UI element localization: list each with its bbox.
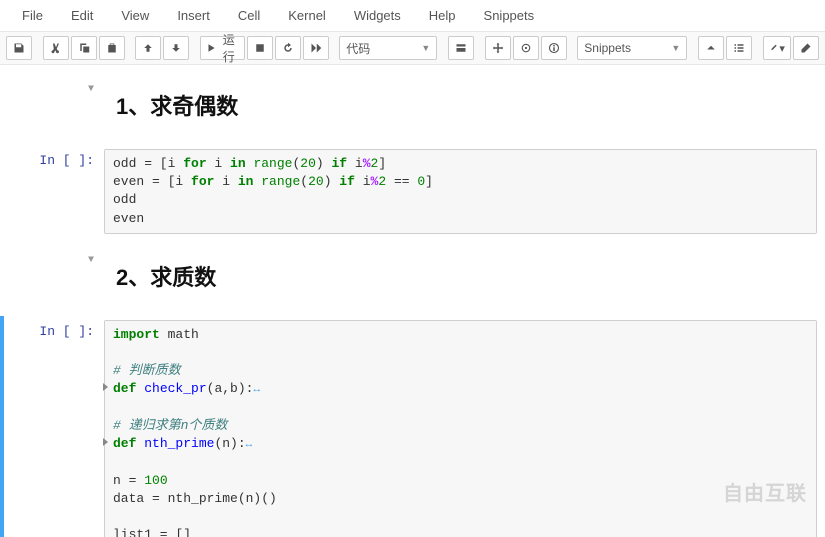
interrupt-button[interactable] xyxy=(247,36,273,60)
menu-cell[interactable]: Cell xyxy=(224,2,274,29)
heading-2: 2、求质数 xyxy=(104,254,817,300)
menu-view[interactable]: View xyxy=(107,2,163,29)
code-editor[interactable]: import math # 判断质数def check_pr(a,b):↔ # … xyxy=(105,321,816,537)
notebook-container: ▼ 1、求奇偶数 In [ ]: odd = [i for i in range… xyxy=(0,65,825,537)
eraser-icon[interactable] xyxy=(793,36,819,60)
celltype-label: 代码 xyxy=(346,40,370,57)
restart-button[interactable] xyxy=(275,36,301,60)
celltype-select[interactable]: 代码 ▼ xyxy=(339,36,437,60)
list-icon[interactable] xyxy=(726,36,752,60)
menu-widgets[interactable]: Widgets xyxy=(340,2,415,29)
code-editor[interactable]: odd = [i for i in range(20) if i%2]even … xyxy=(105,150,816,233)
snippets-label: Snippets xyxy=(584,41,631,55)
code-cell[interactable]: In [ ]: import math # 判断质数def check_pr(a… xyxy=(0,316,825,537)
menubar: FileEditViewInsertCellKernelWidgetsHelpS… xyxy=(0,0,825,32)
brush-icon[interactable]: ▾ xyxy=(763,36,791,60)
collapse-icon[interactable]: ▼ xyxy=(88,255,94,266)
heading-1: 1、求奇偶数 xyxy=(104,83,817,129)
info-icon[interactable] xyxy=(541,36,567,60)
chevron-up-icon[interactable] xyxy=(698,36,724,60)
input-prompt: In [ ]: xyxy=(39,153,94,168)
move-up-button[interactable] xyxy=(135,36,161,60)
markdown-output: 1、求奇偶数 xyxy=(104,77,817,135)
cut-button[interactable] xyxy=(43,36,69,60)
target-icon[interactable] xyxy=(513,36,539,60)
menu-kernel[interactable]: Kernel xyxy=(274,2,340,29)
menu-edit[interactable]: Edit xyxy=(57,2,107,29)
markdown-cell[interactable]: ▼ 1、求奇偶数 xyxy=(0,73,825,139)
copy-button[interactable] xyxy=(71,36,97,60)
input-prompt: In [ ]: xyxy=(39,324,94,339)
collapse-icon[interactable]: ▼ xyxy=(88,84,94,95)
toolbar: 运行 代码 ▼ Snippets ▼ ▾ xyxy=(0,32,825,65)
markdown-cell[interactable]: ▼ 2、求质数 xyxy=(0,244,825,310)
caret-down-icon: ▾ xyxy=(779,42,785,55)
command-palette-button[interactable] xyxy=(448,36,474,60)
caret-down-icon: ▼ xyxy=(421,43,430,53)
run-label: 运行 xyxy=(219,31,239,65)
caret-down-icon: ▼ xyxy=(671,43,680,53)
code-cell[interactable]: In [ ]: odd = [i for i in range(20) if i… xyxy=(0,145,825,238)
menu-snippets[interactable]: Snippets xyxy=(470,2,549,29)
paste-button[interactable] xyxy=(99,36,125,60)
menu-help[interactable]: Help xyxy=(415,2,470,29)
move-icon[interactable] xyxy=(485,36,511,60)
menu-insert[interactable]: Insert xyxy=(163,2,224,29)
markdown-output: 2、求质数 xyxy=(104,248,817,306)
move-down-button[interactable] xyxy=(163,36,189,60)
menu-file[interactable]: File xyxy=(8,2,57,29)
run-all-button[interactable] xyxy=(303,36,329,60)
save-button[interactable] xyxy=(6,36,32,60)
snippets-select[interactable]: Snippets ▼ xyxy=(577,36,687,60)
run-button[interactable]: 运行 xyxy=(200,36,245,60)
